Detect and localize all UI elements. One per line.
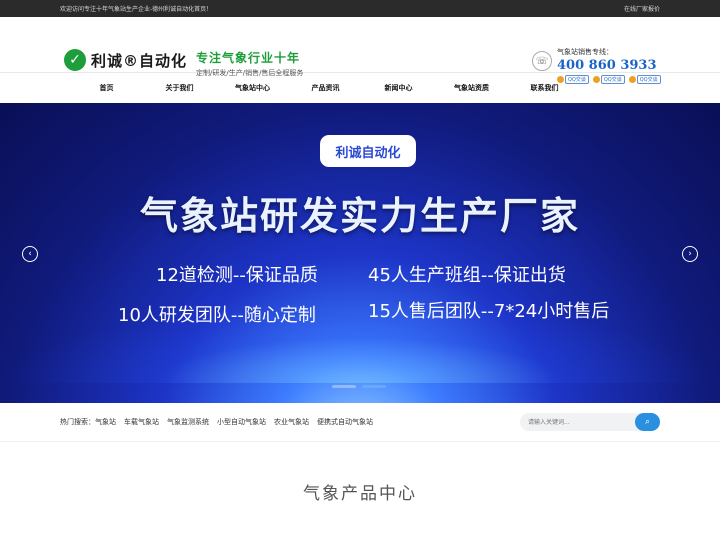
search-icon[interactable]: ⌕ [635,413,660,431]
qq-chat-button[interactable]: QQ交谈 [628,75,661,84]
hot-link[interactable]: 小型自动气象站 [217,417,266,427]
qq-chat-button[interactable]: QQ交谈 [557,75,589,84]
qq-penguin-icon [557,76,564,83]
site-logo[interactable]: ✓ 利诚®自动化 [64,49,187,71]
logo-text: 利诚®自动化 [91,51,188,70]
slogan: 专注气象行业十年 定制/研发/生产/销售/售后全程服务 [196,49,303,78]
nav-item-weather-station-center[interactable]: 气象站中心 [216,83,289,93]
site-header: ✓ 利诚®自动化 专注气象行业十年 定制/研发/生产/销售/售后全程服务 ☏ 气… [0,17,720,84]
search-box: ⌕ [520,413,660,431]
banner-dot[interactable] [332,385,356,388]
slogan-sub: 定制/研发/生产/销售/售后全程服务 [196,69,304,77]
banner-feature: 45人生产班组--保证出货 [368,265,566,286]
nav-item-home[interactable]: 首页 [70,83,143,93]
top-bar: 欢迎访问专注十年气象站生产企业-德州利诚自动化首页！ 在线厂家报价 [0,0,720,17]
welcome-text: 欢迎访问专注十年气象站生产企业-德州利诚自动化首页！ [60,6,213,13]
qq-penguin-icon [592,76,600,83]
online-quote-link[interactable]: 在线厂家报价 [624,4,660,13]
qq-chat-label: QQ交谈 [636,75,661,84]
qq-penguin-icon [628,76,636,83]
hot-link[interactable]: 便携式自动气象站 [317,417,373,427]
hot-link[interactable]: 车载气象站 [124,417,159,427]
qq-buttons: QQ交谈 QQ交谈 QQ交谈 [557,75,661,84]
product-center-title: 气象产品中心 [303,484,417,504]
hot-link[interactable]: 农业气象站 [274,417,309,427]
banner-badge: 利诚自动化 [320,135,416,167]
qq-chat-label: QQ交谈 [600,75,625,84]
nav-item-about[interactable]: 关于我们 [143,83,216,93]
check-logo-icon: ✓ [64,49,86,71]
banner-feature: 10人研发团队--随心定制 [118,305,316,326]
nav-item-product-info[interactable]: 产品资讯 [289,83,362,93]
hot-search-label: 热门搜索： [60,418,95,426]
sales-phone-number[interactable]: 400 860 3933 [557,58,661,73]
banner-next-arrow-icon[interactable]: › [682,246,698,262]
banner-prev-arrow-icon[interactable]: ‹ [22,246,38,262]
phone-icon: ☏ [532,51,552,71]
sales-line-label: 气象站销售专线： [557,48,613,56]
qq-chat-button[interactable]: QQ交谈 [592,75,625,84]
nav-item-contact[interactable]: 联系我们 [508,83,581,93]
banner-dot-active[interactable] [362,385,386,388]
banner-headline: 气象站研发实力生产厂家 [139,194,580,238]
hero-banner[interactable]: 利诚自动化 气象站研发实力生产厂家 12道检测--保证品质 45人生产班组--保… [0,103,720,403]
hot-link[interactable]: 气象监测系统 [167,417,209,427]
slogan-main: 专注气象行业十年 [196,51,301,65]
hot-search-bar: 热门搜索： 气象站 车载气象站 气象监测系统 小型自动气象站 农业气象站 便携式… [0,403,720,442]
banner-feature: 15人售后团队--7*24小时售后 [368,301,610,322]
banner-feature: 12道检测--保证品质 [156,265,318,286]
sales-contact: ☏ 气象站销售专线： 400 860 3933 QQ交谈 QQ交谈 QQ交谈 [532,47,661,84]
qq-chat-label: QQ交谈 [565,75,589,84]
nav-item-news[interactable]: 新闻中心 [362,83,435,93]
nav-item-qualifications[interactable]: 气象站资质 [435,83,508,93]
search-input[interactable] [528,416,628,428]
banner-pagination [332,385,386,388]
hot-link[interactable]: 气象站 [95,417,116,427]
